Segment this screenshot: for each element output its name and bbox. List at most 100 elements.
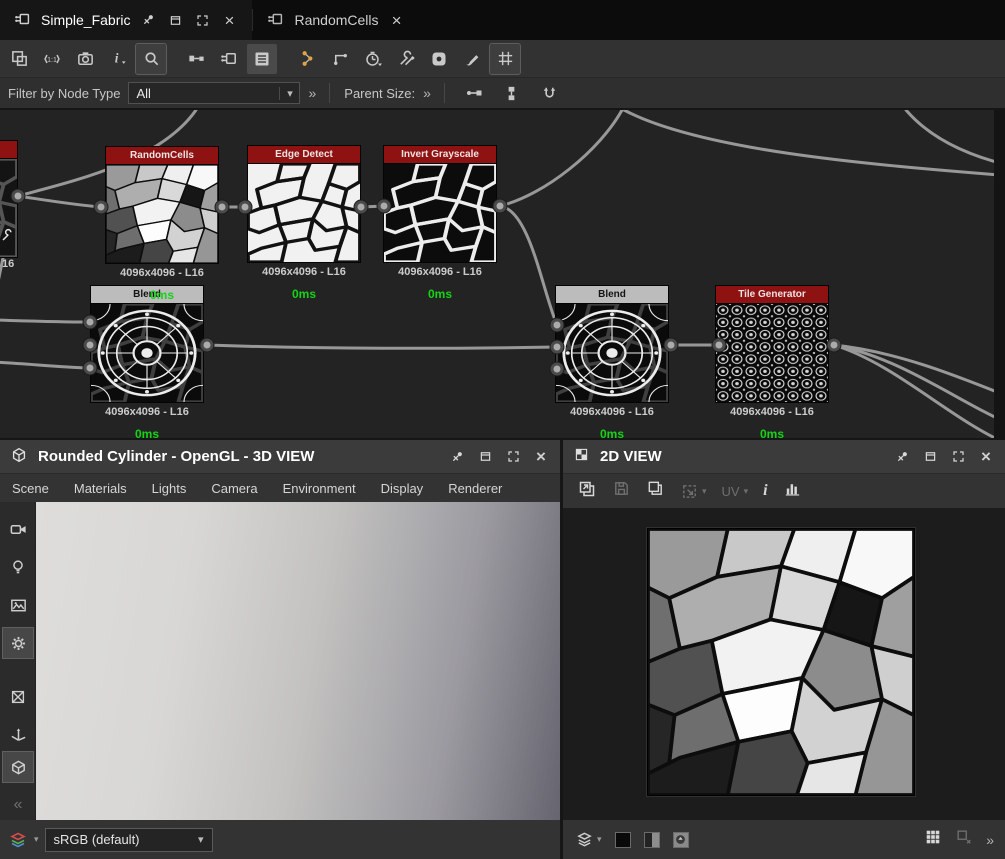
node-port[interactable] <box>11 189 25 203</box>
sidebar-overflow-chevrons[interactable]: « <box>3 790 33 820</box>
pin-icon[interactable] <box>139 11 157 29</box>
chevron-down-icon[interactable]: ▾ <box>34 834 39 845</box>
close-icon[interactable]: × <box>220 11 238 29</box>
maximize-icon[interactable] <box>504 448 522 466</box>
image-info-icon[interactable]: i <box>763 482 767 500</box>
cube-icon[interactable] <box>2 751 34 783</box>
histogram-icon[interactable] <box>783 479 802 503</box>
tab-randomcells[interactable]: RandomCells × <box>253 0 419 40</box>
node-port[interactable] <box>550 318 564 332</box>
node-port[interactable] <box>83 338 97 352</box>
gizmo-axes-icon[interactable] <box>3 719 33 749</box>
camera-icon[interactable] <box>70 44 100 74</box>
texture-image[interactable] <box>646 527 916 797</box>
graph-node-icon[interactable] <box>214 44 244 74</box>
menu-camera[interactable]: Camera <box>211 481 257 496</box>
pin-dots-icon[interactable] <box>292 44 322 74</box>
layers-icon[interactable]: ▾ <box>575 830 602 849</box>
node-port[interactable] <box>712 338 726 352</box>
float-window-icon[interactable] <box>476 448 494 466</box>
node-port[interactable] <box>215 200 229 214</box>
info-dropdown-icon[interactable]: i <box>103 44 133 74</box>
transform-icon[interactable]: ▾ <box>680 482 707 501</box>
node-port[interactable] <box>664 338 678 352</box>
background-split-swatch[interactable] <box>643 831 660 848</box>
menu-scene[interactable]: Scene <box>12 481 49 496</box>
close-icon[interactable]: × <box>977 448 995 466</box>
view2d-canvas[interactable] <box>563 508 1005 820</box>
paint-brush-icon[interactable] <box>457 44 487 74</box>
focus-region-icon[interactable] <box>424 44 454 74</box>
panel-3d-titlebar[interactable]: Rounded Cylinder - OpenGL - 3D VIEW × <box>0 440 560 474</box>
node-port[interactable] <box>238 200 252 214</box>
connector-icon[interactable] <box>459 78 489 108</box>
float-window-icon[interactable] <box>166 11 184 29</box>
frame-select-icon[interactable] <box>4 44 34 74</box>
bottombar-overflow-chevrons[interactable]: » <box>986 832 994 848</box>
graph-node-blend-2[interactable]: Blend 4096x4096 - L16 0ms <box>555 285 669 440</box>
menu-environment[interactable]: Environment <box>283 481 356 496</box>
tab-simple-fabric[interactable]: Simple_Fabric × <box>0 0 253 40</box>
link-create-icon[interactable] <box>181 44 211 74</box>
bounds-box-icon[interactable] <box>3 682 33 712</box>
background-black-swatch[interactable] <box>614 831 631 848</box>
pin-icon[interactable] <box>448 448 466 466</box>
save-image-icon[interactable] <box>612 479 631 503</box>
colorspace-layers-icon[interactable] <box>8 830 28 850</box>
node-thumbnail <box>555 303 669 403</box>
graph-canvas[interactable]: 16 Blend 4096x4096 - L16 0ms Blend 4096x… <box>0 110 1005 440</box>
node-title: Invert Grayscale <box>383 145 497 163</box>
panel-2d-titlebar[interactable]: 2D VIEW × <box>563 440 1005 474</box>
node-port[interactable] <box>377 199 391 213</box>
view3d-bottombar: ▾ sRGB (default) ▾ <box>0 820 560 859</box>
node-port[interactable] <box>354 200 368 214</box>
gear-icon[interactable] <box>2 627 34 659</box>
menu-materials[interactable]: Materials <box>74 481 127 496</box>
tools-icon[interactable] <box>391 44 421 74</box>
menu-display[interactable]: Display <box>381 481 424 496</box>
close-icon[interactable]: × <box>388 11 406 29</box>
graph-node-tile-generator[interactable]: Tile Generator 4096x4096 - L16 0ms <box>715 285 829 440</box>
maximize-icon[interactable] <box>949 448 967 466</box>
node-port[interactable] <box>83 361 97 375</box>
zoom-actual-icon[interactable]: 1:1 <box>37 44 67 74</box>
elbow-connector-icon[interactable] <box>325 44 355 74</box>
node-type-dropdown[interactable]: All ▾ <box>128 82 301 104</box>
search-icon[interactable] <box>135 42 167 75</box>
node-port[interactable] <box>827 338 841 352</box>
graph-node-randomcells[interactable]: RandomCells 4096x4096 - L16 0ms <box>105 146 219 302</box>
filter-overflow-chevrons[interactable]: » <box>308 85 316 101</box>
viewport-3d[interactable] <box>36 502 560 820</box>
pin-icon[interactable] <box>893 448 911 466</box>
uv-mode-button[interactable]: UV ▾ <box>722 484 749 499</box>
maximize-icon[interactable] <box>193 11 211 29</box>
node-port[interactable] <box>550 362 564 376</box>
graph-node-invert-grayscale[interactable]: Invert Grayscale 4096x4096 - L16 0ms <box>383 145 497 301</box>
node-port[interactable] <box>94 200 108 214</box>
align-nodes-icon[interactable] <box>497 78 527 108</box>
node-port[interactable] <box>550 340 564 354</box>
mip-arrow-swatch[interactable] <box>672 831 689 848</box>
menu-lights[interactable]: Lights <box>152 481 187 496</box>
play-timer-icon[interactable] <box>358 44 388 74</box>
export-image-icon[interactable] <box>577 479 597 504</box>
environment-image-icon[interactable] <box>3 590 33 620</box>
float-window-icon[interactable] <box>921 448 939 466</box>
dock-panel-icon[interactable] <box>247 43 277 74</box>
node-port[interactable] <box>493 199 507 213</box>
colorspace-select[interactable]: sRGB (default) ▾ <box>44 827 213 852</box>
parent-size-overflow-chevrons[interactable]: » <box>423 85 431 101</box>
light-bulb-icon[interactable] <box>3 552 33 582</box>
node-port[interactable] <box>200 338 214 352</box>
grid-snap-icon[interactable] <box>489 42 521 75</box>
graph-node-blend-1[interactable]: Blend 4096x4096 - L16 0ms <box>90 285 204 440</box>
snap-anchor-icon[interactable] <box>535 78 565 108</box>
video-camera-icon[interactable] <box>3 514 33 544</box>
node-port[interactable] <box>83 315 97 329</box>
graph-node-edge-detect[interactable]: Edge Detect 4096x4096 - L16 0ms <box>247 145 361 301</box>
copy-image-icon[interactable] <box>646 479 665 503</box>
menu-renderer[interactable]: Renderer <box>448 481 502 496</box>
close-icon[interactable]: × <box>532 448 550 466</box>
pixel-snap-icon[interactable] <box>955 828 973 851</box>
tile-grid-icon[interactable] <box>924 828 942 851</box>
